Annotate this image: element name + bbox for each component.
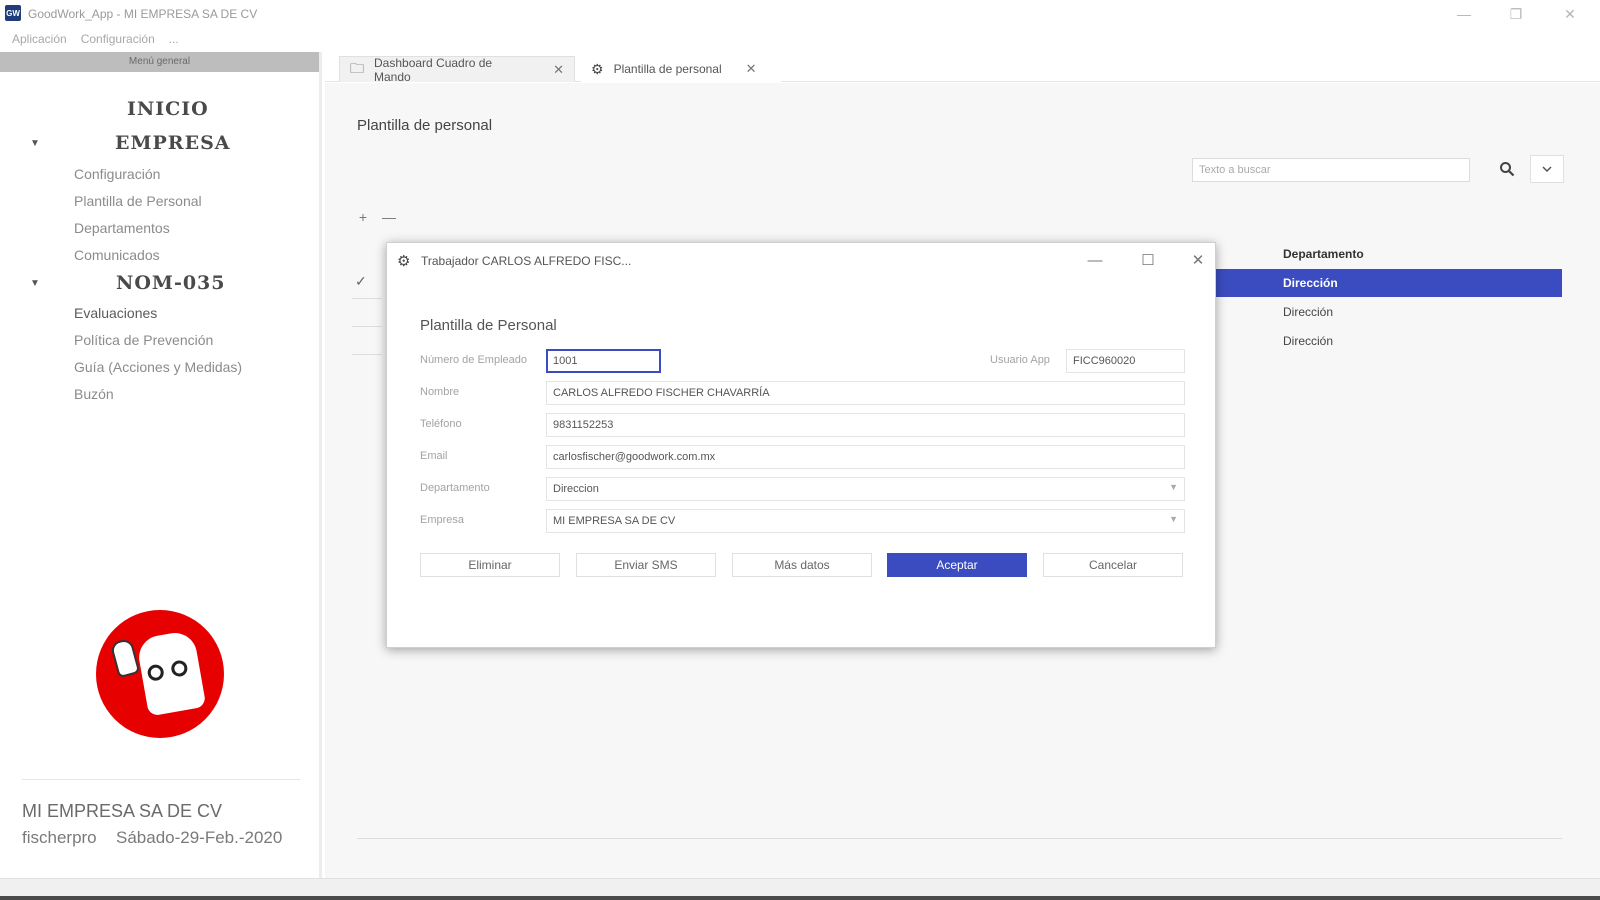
restore-button[interactable]: ❐: [1496, 2, 1536, 26]
sidebar-item-guia[interactable]: Guía (Acciones y Medidas): [74, 359, 242, 375]
logo-thumbs-up: [109, 637, 141, 679]
column-header-departamento[interactable]: Departamento: [1283, 247, 1364, 261]
table-row[interactable]: Dirección: [1215, 298, 1562, 326]
sidebar-item-politica[interactable]: Política de Prevención: [74, 332, 213, 348]
footer-user: fischerpro: [22, 828, 97, 847]
name-label: Nombre: [420, 386, 460, 398]
logo-mascot-body: [135, 629, 207, 717]
footer-date: Sábado-29-Feb.-2020: [116, 828, 283, 847]
department-label: Departamento: [420, 482, 490, 494]
delete-button[interactable]: Eliminar: [420, 553, 560, 577]
menu-more[interactable]: ...: [169, 32, 179, 46]
minimize-button[interactable]: —: [1444, 2, 1484, 26]
menu-bar: Aplicación Configuración ...: [0, 28, 179, 50]
logo-eye-right: [170, 659, 189, 678]
phone-label: Teléfono: [420, 418, 462, 430]
accept-button[interactable]: Aceptar: [887, 553, 1027, 577]
menu-aplicacion[interactable]: Aplicación: [12, 32, 67, 46]
dialog-maximize-button[interactable]: ☐: [1130, 247, 1166, 273]
employee-number-label: Número de Empleado: [420, 354, 528, 366]
nav-heading-empresa[interactable]: EMPRESA: [115, 132, 231, 154]
company-logo: [96, 610, 224, 738]
close-window-button[interactable]: ✕: [1550, 2, 1590, 26]
sidebar-item-departamentos[interactable]: Departamentos: [74, 220, 170, 236]
app-icon: GW: [5, 5, 21, 21]
add-button[interactable]: +: [353, 207, 373, 227]
app-user-label: Usuario App: [990, 354, 1050, 366]
chevron-down-icon[interactable]: ▼: [30, 278, 40, 289]
tab-plantilla[interactable]: ⚙ Plantilla de personal ✕: [581, 56, 781, 82]
name-field[interactable]: CARLOS ALFREDO FISCHER CHAVARRÍA: [546, 381, 1185, 405]
sidebar-item-evaluaciones[interactable]: Evaluaciones: [74, 305, 157, 321]
nav-heading-inicio[interactable]: INICIO: [127, 98, 209, 120]
search-icon[interactable]: [1492, 155, 1522, 183]
row-divider: [352, 298, 382, 299]
footer-company: MI EMPRESA SA DE CV: [22, 801, 223, 821]
title-bar: GW GoodWork_App - MI EMPRESA SA DE CV — …: [0, 0, 1600, 28]
close-icon[interactable]: ✕: [553, 62, 564, 78]
email-field[interactable]: carlosfischer@goodwork.com.mx: [546, 445, 1185, 469]
send-sms-button[interactable]: Enviar SMS: [576, 553, 716, 577]
department-select-value: Direccion: [553, 483, 599, 495]
tab-dashboard-label: Dashboard Cuadro de Mando: [374, 55, 493, 84]
bottom-strip: [0, 896, 1600, 900]
remove-button[interactable]: —: [379, 207, 399, 227]
sidebar-item-buzon[interactable]: Buzón: [74, 386, 114, 402]
table-row[interactable]: Dirección: [1215, 327, 1562, 355]
search-input[interactable]: Texto a buscar: [1192, 158, 1470, 182]
company-select[interactable]: MI EMPRESA SA DE CV ▼: [546, 509, 1185, 533]
dialog-minimize-button[interactable]: —: [1077, 247, 1113, 273]
company-label: Empresa: [420, 514, 465, 526]
divider: [357, 838, 1562, 839]
sidebar-item-comunicados[interactable]: Comunicados: [74, 247, 160, 263]
table-row[interactable]: Dirección: [1215, 269, 1562, 297]
row-divider: [352, 354, 382, 355]
employee-number-field[interactable]: 1001: [546, 349, 661, 373]
chevron-down-icon: ▼: [1169, 482, 1178, 492]
more-data-button[interactable]: Más datos: [732, 553, 872, 577]
close-icon[interactable]: ✕: [746, 61, 757, 77]
chevron-down-icon[interactable]: [1530, 155, 1564, 183]
logo-eye-left: [146, 663, 165, 682]
employee-dialog: ⚙ Trabajador CARLOS ALFREDO FISC... — ☐ …: [386, 242, 1216, 648]
row-divider: [352, 326, 382, 327]
gear-icon: ⚙: [397, 253, 411, 270]
tab-plantilla-label: Plantilla de personal: [613, 62, 722, 76]
sidebar-item-configuracion[interactable]: Configuración: [74, 166, 160, 182]
gear-icon: ⚙: [591, 60, 604, 77]
dialog-close-button[interactable]: ✕: [1180, 247, 1216, 273]
sidebar: Menú general INICIO ▼ EMPRESA Configurac…: [0, 52, 322, 878]
cancel-button[interactable]: Cancelar: [1043, 553, 1183, 577]
sidebar-header: Menú general: [0, 52, 319, 72]
email-label: Email: [420, 450, 448, 462]
tab-bar: 🗀 Dashboard Cuadro de Mando ✕ ⚙ Plantill…: [325, 52, 1600, 84]
dialog-title: Trabajador CARLOS ALFREDO FISC...: [421, 254, 632, 268]
sidebar-divider: [22, 779, 300, 780]
tab-dashboard[interactable]: 🗀 Dashboard Cuadro de Mando ✕: [339, 55, 575, 84]
folder-icon: 🗀: [350, 59, 364, 76]
chevron-down-icon: ▼: [1169, 514, 1178, 524]
company-select-value: MI EMPRESA SA DE CV: [553, 515, 676, 527]
chevron-down-icon[interactable]: ▼: [30, 138, 40, 149]
sidebar-item-plantilla[interactable]: Plantilla de Personal: [74, 193, 202, 209]
form-title: Plantilla de Personal: [420, 317, 557, 334]
app-user-field[interactable]: FICC960020: [1066, 349, 1185, 373]
phone-field[interactable]: 9831152253: [546, 413, 1185, 437]
window-title: GoodWork_App - MI EMPRESA SA DE CV: [28, 7, 258, 21]
nav-heading-nom035[interactable]: NOM-035: [116, 272, 226, 294]
page-title: Plantilla de personal: [357, 117, 493, 134]
check-icon: ✓: [355, 273, 367, 289]
department-select[interactable]: Direccion ▼: [546, 477, 1185, 501]
menu-configuracion[interactable]: Configuración: [81, 32, 155, 46]
